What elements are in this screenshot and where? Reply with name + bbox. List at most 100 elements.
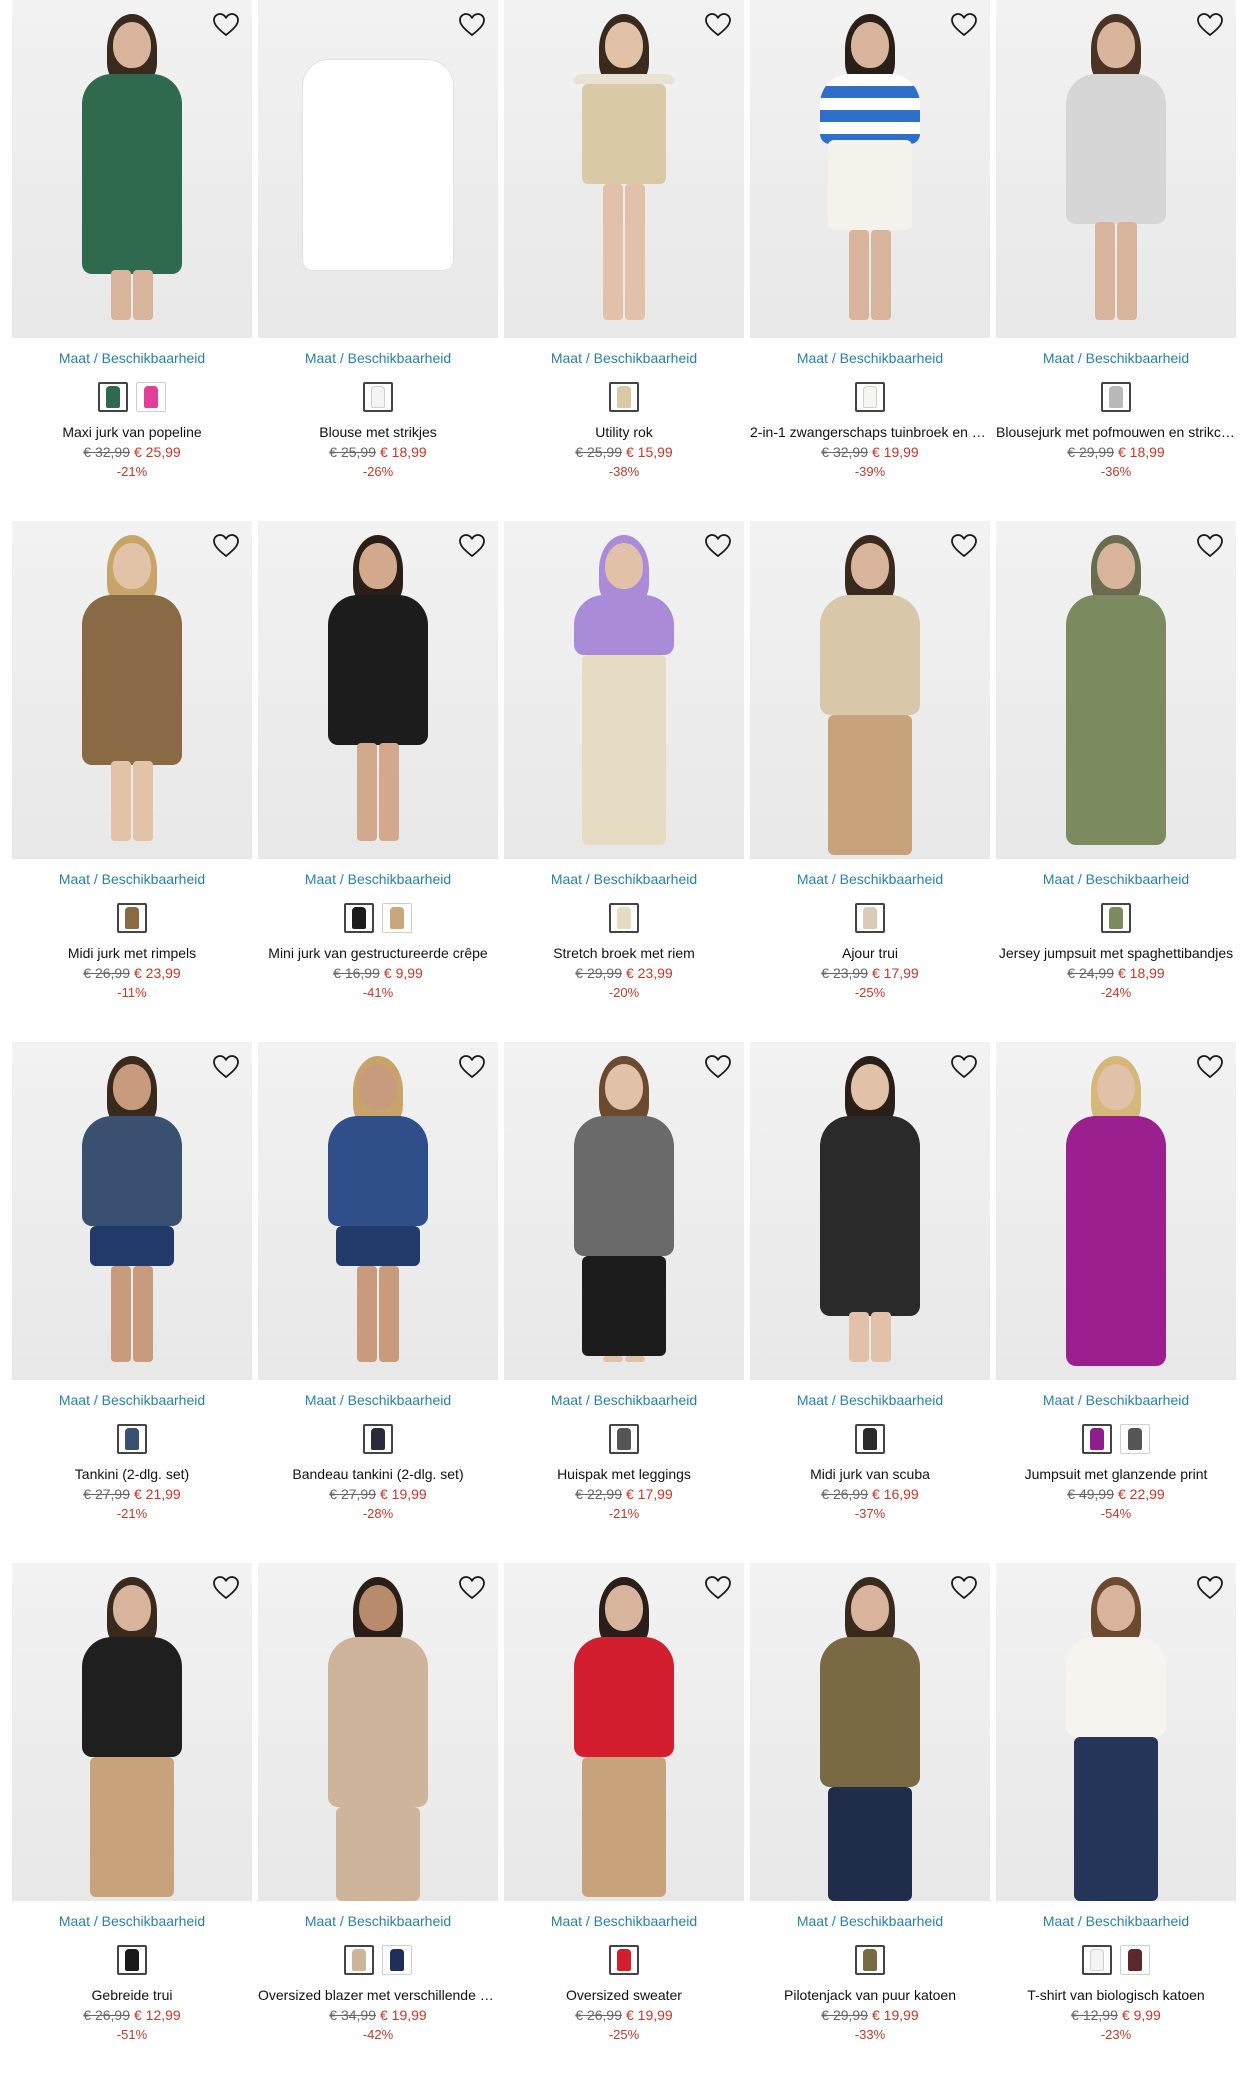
wishlist-heart-icon[interactable] xyxy=(702,10,734,40)
color-swatch[interactable] xyxy=(363,1424,393,1454)
product-name[interactable]: Oversized blazer met verschillende draag… xyxy=(258,1987,498,2003)
wishlist-heart-icon[interactable] xyxy=(948,10,980,40)
size-availability-link[interactable]: Maat / Beschikbaarheid xyxy=(996,350,1236,366)
size-availability-link[interactable]: Maat / Beschikbaarheid xyxy=(996,1913,1236,1929)
wishlist-heart-icon[interactable] xyxy=(456,1052,488,1082)
color-swatch[interactable] xyxy=(609,382,639,412)
size-availability-link[interactable]: Maat / Beschikbaarheid xyxy=(504,1913,744,1929)
product-name[interactable]: Jumpsuit met glanzende print xyxy=(996,1466,1236,1482)
wishlist-heart-icon[interactable] xyxy=(948,1052,980,1082)
product-card[interactable]: Maat / Beschikbaarheid Tankini (2-dlg. se… xyxy=(12,1042,252,1563)
product-card[interactable]: Maat / Beschikbaarheid 2-in-1 zwangerscha… xyxy=(750,0,990,521)
product-image[interactable] xyxy=(258,521,498,859)
color-swatch[interactable] xyxy=(855,382,885,412)
product-card[interactable]: Maat / Beschikbaarheid Stretch broek met … xyxy=(504,521,744,1042)
product-image[interactable] xyxy=(12,521,252,859)
wishlist-heart-icon[interactable] xyxy=(456,531,488,561)
product-card[interactable]: Maat / Beschikbaarheid Jersey jumpsuit me… xyxy=(996,521,1236,1042)
wishlist-heart-icon[interactable] xyxy=(210,531,242,561)
size-availability-link[interactable]: Maat / Beschikbaarheid xyxy=(996,1392,1236,1408)
color-swatch[interactable] xyxy=(1101,382,1131,412)
color-swatch[interactable] xyxy=(98,382,128,412)
product-image[interactable] xyxy=(504,1042,744,1380)
size-availability-link[interactable]: Maat / Beschikbaarheid xyxy=(12,1392,252,1408)
wishlist-heart-icon[interactable] xyxy=(210,1573,242,1603)
wishlist-heart-icon[interactable] xyxy=(702,1573,734,1603)
product-card[interactable]: Maat / Beschikbaarheid Jumpsuit met glanz… xyxy=(996,1042,1236,1563)
product-card[interactable]: Maat / Beschikbaarheid T-shirt van biolog… xyxy=(996,1563,1236,2084)
product-image[interactable] xyxy=(996,521,1236,859)
color-swatch[interactable] xyxy=(1101,903,1131,933)
product-card[interactable]: Maat / Beschikbaarheid Midi jurk van scub… xyxy=(750,1042,990,1563)
product-name[interactable]: Utility rok xyxy=(504,424,744,440)
product-image[interactable] xyxy=(750,521,990,859)
color-swatch[interactable] xyxy=(117,903,147,933)
product-name[interactable]: 2-in-1 zwangerschaps tuinbroek en shirt xyxy=(750,424,990,440)
color-swatch[interactable] xyxy=(382,903,412,933)
product-image[interactable] xyxy=(750,1563,990,1901)
product-image[interactable] xyxy=(996,1563,1236,1901)
color-swatch[interactable] xyxy=(344,903,374,933)
product-image[interactable] xyxy=(258,0,498,338)
product-name[interactable]: Bandeau tankini (2-dlg. set) xyxy=(258,1466,498,1482)
product-image[interactable] xyxy=(12,1042,252,1380)
product-image[interactable] xyxy=(258,1563,498,1901)
wishlist-heart-icon[interactable] xyxy=(456,1573,488,1603)
product-card[interactable]: Maat / Beschikbaarheid Pilotenjack van pu… xyxy=(750,1563,990,2084)
size-availability-link[interactable]: Maat / Beschikbaarheid xyxy=(504,1392,744,1408)
product-card[interactable]: Maat / Beschikbaarheid Blouse met strikje… xyxy=(258,0,498,521)
product-card[interactable]: Maat / Beschikbaarheid Maxi jurk van pope… xyxy=(12,0,252,521)
product-name[interactable]: Pilotenjack van puur katoen xyxy=(750,1987,990,2003)
product-card[interactable]: Maat / Beschikbaarheid Bandeau tankini (2… xyxy=(258,1042,498,1563)
product-name[interactable]: Mini jurk van gestructureerde crêpe xyxy=(258,945,498,961)
size-availability-link[interactable]: Maat / Beschikbaarheid xyxy=(750,871,990,887)
color-swatch[interactable] xyxy=(609,1945,639,1975)
product-name[interactable]: Blousejurk met pofmouwen en strikceintuu… xyxy=(996,424,1236,440)
product-card[interactable]: Maat / Beschikbaarheid Mini jurk van gest… xyxy=(258,521,498,1042)
product-name[interactable]: Gebreide trui xyxy=(12,1987,252,2003)
product-image[interactable] xyxy=(258,1042,498,1380)
product-name[interactable]: T-shirt van biologisch katoen xyxy=(996,1987,1236,2003)
color-swatch[interactable] xyxy=(363,382,393,412)
size-availability-link[interactable]: Maat / Beschikbaarheid xyxy=(750,1913,990,1929)
wishlist-heart-icon[interactable] xyxy=(702,1052,734,1082)
wishlist-heart-icon[interactable] xyxy=(210,10,242,40)
product-name[interactable]: Huispak met leggings xyxy=(504,1466,744,1482)
size-availability-link[interactable]: Maat / Beschikbaarheid xyxy=(12,871,252,887)
product-name[interactable]: Maxi jurk van popeline xyxy=(12,424,252,440)
product-card[interactable]: Maat / Beschikbaarheid Blousejurk met pof… xyxy=(996,0,1236,521)
wishlist-heart-icon[interactable] xyxy=(948,1573,980,1603)
color-swatch[interactable] xyxy=(1120,1945,1150,1975)
color-swatch[interactable] xyxy=(1082,1945,1112,1975)
product-name[interactable]: Stretch broek met riem xyxy=(504,945,744,961)
color-swatch[interactable] xyxy=(609,903,639,933)
color-swatch[interactable] xyxy=(609,1424,639,1454)
color-swatch[interactable] xyxy=(1120,1424,1150,1454)
wishlist-heart-icon[interactable] xyxy=(1194,10,1226,40)
wishlist-heart-icon[interactable] xyxy=(1194,531,1226,561)
product-name[interactable]: Blouse met strikjes xyxy=(258,424,498,440)
size-availability-link[interactable]: Maat / Beschikbaarheid xyxy=(258,350,498,366)
color-swatch[interactable] xyxy=(855,1424,885,1454)
product-name[interactable]: Jersey jumpsuit met spaghettibandjes xyxy=(996,945,1236,961)
product-image[interactable] xyxy=(996,1042,1236,1380)
wishlist-heart-icon[interactable] xyxy=(210,1052,242,1082)
product-image[interactable] xyxy=(504,0,744,338)
product-name[interactable]: Tankini (2-dlg. set) xyxy=(12,1466,252,1482)
product-image[interactable] xyxy=(750,1042,990,1380)
color-swatch[interactable] xyxy=(1082,1424,1112,1454)
size-availability-link[interactable]: Maat / Beschikbaarheid xyxy=(504,871,744,887)
product-name[interactable]: Midi jurk met rimpels xyxy=(12,945,252,961)
product-card[interactable]: Maat / Beschikbaarheid Oversized sweater €… xyxy=(504,1563,744,2084)
wishlist-heart-icon[interactable] xyxy=(1194,1573,1226,1603)
size-availability-link[interactable]: Maat / Beschikbaarheid xyxy=(750,350,990,366)
size-availability-link[interactable]: Maat / Beschikbaarheid xyxy=(258,871,498,887)
color-swatch[interactable] xyxy=(382,1945,412,1975)
product-name[interactable]: Oversized sweater xyxy=(504,1987,744,2003)
color-swatch[interactable] xyxy=(117,1424,147,1454)
size-availability-link[interactable]: Maat / Beschikbaarheid xyxy=(750,1392,990,1408)
product-card[interactable]: Maat / Beschikbaarheid Oversized blazer m… xyxy=(258,1563,498,2084)
size-availability-link[interactable]: Maat / Beschikbaarheid xyxy=(504,350,744,366)
product-card[interactable]: Maat / Beschikbaarheid Ajour trui € 23,99 €… xyxy=(750,521,990,1042)
size-availability-link[interactable]: Maat / Beschikbaarheid xyxy=(258,1392,498,1408)
